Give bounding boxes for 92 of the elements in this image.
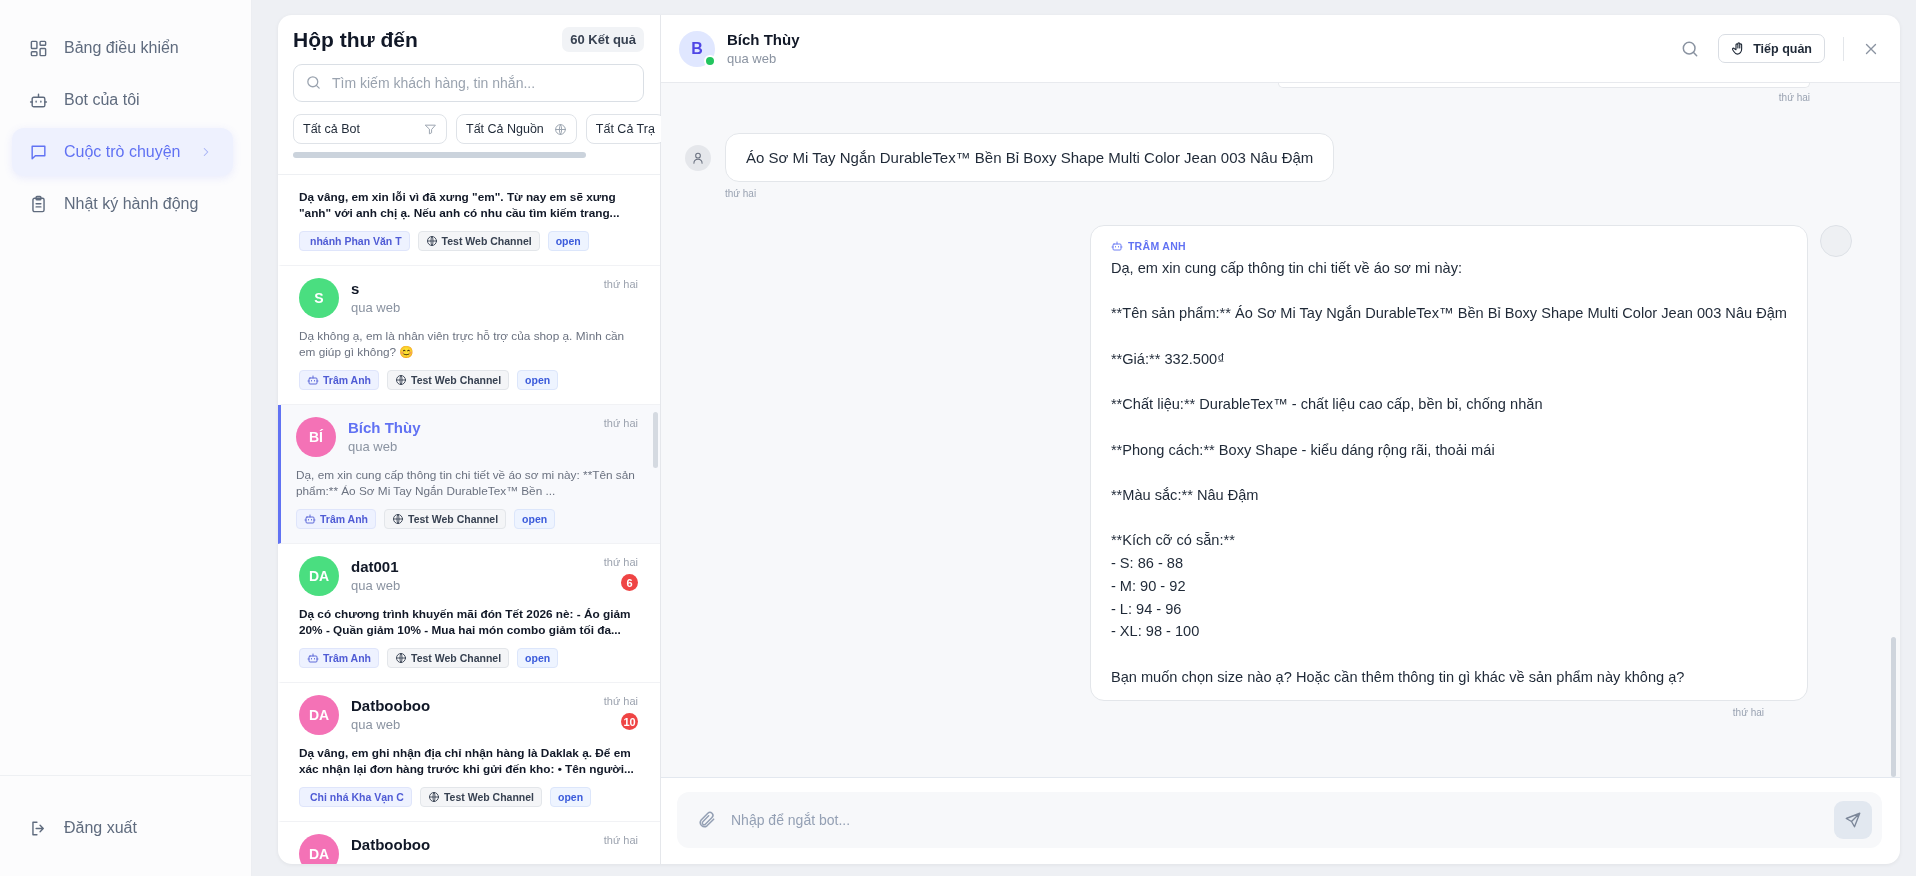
contact-name: s xyxy=(351,280,361,297)
unread-count: 6 xyxy=(621,574,638,591)
message-preview: Dạ không ạ, em là nhân viên trực hỗ trợ của shop ạ. Mình cần em giúp gì không? 😊 xyxy=(299,328,626,360)
message-input[interactable]: Nhập để ngắt bot... xyxy=(677,792,1882,848)
avatar: BÍ xyxy=(296,417,336,457)
bot-tag: Trâm Anh xyxy=(299,370,380,390)
channel-tag: Test Web Channel xyxy=(419,787,542,807)
channel-tag: Test Web Channel xyxy=(417,231,540,251)
contact-name: Bích Thùy xyxy=(348,419,422,436)
status-tag: open xyxy=(514,509,556,529)
contact-name: Datbooboo xyxy=(351,836,432,853)
message-preview: Dạ vâng, em xin lỗi vì đã xưng "em". Từ nay em sẽ xưng "anh" với anh chị ạ. Nếu anh có nhu cầu tìm kiếm trang... xyxy=(299,189,621,221)
globe-icon xyxy=(395,652,408,664)
bot-icon xyxy=(307,374,319,386)
search-field[interactable]: Tìm kiếm khách hàng, tin nhắn... xyxy=(293,64,644,102)
channel-label: qua web xyxy=(727,51,778,66)
avatar: DA xyxy=(299,556,339,596)
globe-icon xyxy=(553,122,567,136)
timestamp: thứ hai xyxy=(725,188,758,199)
sender-name: TRÂM ANH xyxy=(1127,240,1186,252)
status-tag: open xyxy=(547,231,589,251)
paperclip-icon xyxy=(697,810,717,830)
send-icon xyxy=(1844,811,1862,829)
nav-item[interactable]: Bot của tôi xyxy=(12,76,233,124)
timestamp: thứ hai xyxy=(603,278,638,290)
agent-avatar xyxy=(1820,225,1852,257)
search-icon xyxy=(305,74,322,91)
avatar: S xyxy=(299,278,339,318)
scrollbar-thumb[interactable] xyxy=(1891,637,1896,777)
message-preview: Dạ, em xin cung cấp thông tin chi tiết về áo sơ mi này: **Tên sản phẩm:** Áo Sơ Mi Tay Ngắn DurableTex™ Bền ... xyxy=(296,467,636,499)
scrollbar-thumb[interactable] xyxy=(293,152,586,158)
channel-tag: Test Web Channel xyxy=(387,648,510,668)
contact-avatar: B xyxy=(679,30,715,67)
unread-count: 10 xyxy=(621,713,638,730)
globe-icon xyxy=(395,374,408,386)
timestamp: thứ hai xyxy=(603,556,638,568)
nav-item[interactable]: Bảng điều khiển xyxy=(12,24,233,72)
message-preview: Dạ vâng, em ghi nhận địa chỉ nhận hàng là Daklak ạ. Để em xác nhận lại đơn hàng trước khi gửi đến kho: • Tên người... xyxy=(299,745,635,777)
bot-icon xyxy=(307,652,319,664)
filter-icon xyxy=(424,122,437,136)
nav-item[interactable]: Cuộc trò chuyện xyxy=(12,128,233,176)
branch-tag: nhánh Phan Văn T xyxy=(299,231,410,251)
branch-tag: Chi nhá Kha Vạn C xyxy=(299,787,412,807)
user-icon xyxy=(691,150,705,165)
message-text: Dạ, em xin cung cấp thông tin chi tiết về áo sơ mi này: **Tên sản phẩm:** Áo Sơ Mi Tay Ngắn DurableTex™ Bền Bỉ Boxy Shape Multi Color Jean 003 Nâu Đậm **Giá:** 332.500₫ **Chất liệu:** DurableTex™ - chất liệu cao cấp, bền bỉ, chống nhăn **Phong cách:** Boxy Shape - kiểu dáng rộng rãi, thoải mái **Màu sắc:** Nâu Đậm **Kích cỡ có sẵn:** - S: 86 - 88 - M: 90 - 92 - L: 94 - 96 - XL: 98 - 100 Bạn muốn chọn size nào ạ? Hoặc cần thêm thông tin gì khác về sản phẩm này không ạ? xyxy=(1110,259,1787,687)
logout-button[interactable]: Đăng xuất xyxy=(12,804,233,852)
contact-name: Datbooboo xyxy=(351,697,432,714)
timestamp: thứ hai xyxy=(603,695,638,707)
takeover-button[interactable]: Tiếp quản xyxy=(1718,34,1825,63)
conversation-item[interactable]: BÍ Bích Thùy qua web thứ hai Dạ, em xin cung cấp thông tin chi tiết về áo sơ mi này: **Tên sản phẩm:** Áo Sơ Mi Tay Ngắn DurableTex™ Bền ... Trâm Anh Test Web Channel open xyxy=(278,405,660,544)
timestamp: thứ hai xyxy=(1778,92,1810,103)
clipboard-icon xyxy=(29,194,48,214)
inbox-title: Hộp thư đến xyxy=(293,27,418,52)
message-bubble: Áo Sơ Mi Tay Ngắn DurableTex™ Bền Bỉ Boxy Shape Multi Color Jean 003 Nâu Đậm xyxy=(725,133,1335,182)
bot-tag: Trâm Anh xyxy=(299,648,380,668)
avatar: DA xyxy=(299,695,339,735)
conversation-item[interactable]: DA Datbooboo qua web thứ hai 10 Dạ vâng, em ghi nhận địa chỉ nhận hàng là Daklak ạ. Để em xác nhận lại đơn hàng trước khi gửi đến kho: • Tên người... Chi nhá Kha Vạn C Test Web Channel open xyxy=(278,683,660,822)
scrollbar-thumb[interactable] xyxy=(653,412,658,468)
result-count: 60 Kết quả xyxy=(562,27,644,52)
globe-icon xyxy=(425,235,438,247)
status-tag: open xyxy=(517,648,559,668)
filter-dropdown[interactable]: Tất cả Bot xyxy=(293,114,447,144)
conversation-item[interactable]: DA Datbooboo thứ hai xyxy=(278,822,660,864)
grid-icon xyxy=(29,38,48,58)
channel-label: qua web xyxy=(348,439,399,454)
nav-item[interactable]: Nhật ký hành động xyxy=(12,180,233,228)
send-button[interactable] xyxy=(1834,801,1872,839)
channel-label: qua web xyxy=(351,717,402,732)
conversation-item[interactable]: DA dat001 qua web thứ hai 6 Dạ có chương trình khuyến mãi đón Tết 2026 nè: - Áo giảm 20% - Quần giảm 10% - Mua hai món combo giảm tối đa... Trâm Anh Test Web Channel open xyxy=(278,544,660,683)
timestamp: thứ hai xyxy=(603,417,638,429)
chat-icon xyxy=(29,142,48,162)
contact-name: Bích Thùy xyxy=(727,31,800,48)
channel-label: qua web xyxy=(351,300,402,315)
avatar: DA xyxy=(299,834,339,864)
globe-icon xyxy=(427,791,440,803)
bot-icon xyxy=(1110,240,1123,252)
bot-icon xyxy=(29,90,48,110)
globe-icon xyxy=(392,513,405,525)
channel-tag: Test Web Channel xyxy=(387,370,510,390)
timestamp: thứ hai xyxy=(603,834,638,846)
timestamp: thứ hai xyxy=(1732,707,1764,719)
channel-tag: Test Web Channel xyxy=(384,509,507,529)
bot-icon xyxy=(304,513,316,525)
status-tag: open xyxy=(550,787,592,807)
conversation-item[interactable]: S s qua web thứ hai Dạ không ạ, em là nhân viên trực hỗ trợ của shop ạ. Mình cần em giúp gì không? 😊 Trâm Anh Test Web Channel open xyxy=(278,266,660,405)
channel-label: qua web xyxy=(351,578,402,593)
conversation-item[interactable]: Dạ vâng, em xin lỗi vì đã xưng "em". Từ nay em sẽ xưng "anh" với anh chị ạ. Nếu anh có nhu cầu tìm kiếm trang... nhánh Phan Văn T Test Web Channel open xyxy=(278,175,660,266)
filter-dropdown[interactable]: Tất Cả Nguồn xyxy=(456,114,577,144)
message-preview: Dạ có chương trình khuyến mãi đón Tết 2026 nè: - Áo giảm 20% - Quần giảm 10% - Mua hai món combo giảm tối đa... xyxy=(299,606,632,638)
bot-tag: Trâm Anh xyxy=(296,509,377,529)
contact-name: dat001 xyxy=(351,558,400,575)
status-tag: open xyxy=(517,370,559,390)
